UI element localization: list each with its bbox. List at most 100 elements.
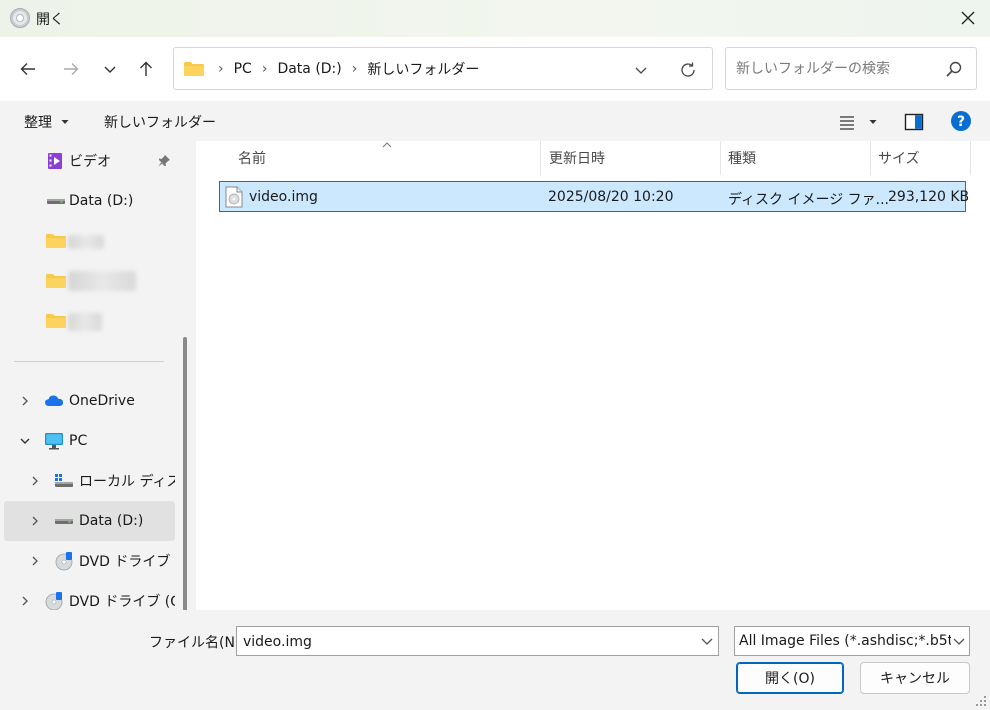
open-button[interactable]: 開く(O) <box>736 662 844 694</box>
chevron-down-icon <box>635 67 647 74</box>
chevron-down-icon <box>104 66 116 73</box>
nav-item-dvd-drive[interactable]: DVD ドライブ (G <box>4 541 175 581</box>
nav-label-data-drive: Data (D:) <box>69 193 134 209</box>
nav-label-local-disk: ローカル ディスク <box>79 474 175 490</box>
preview-pane-button[interactable] <box>903 111 925 133</box>
file-type: ディスク イメージ ファ... <box>728 192 889 208</box>
column-header-modified[interactable]: 更新日時 <box>549 141 605 175</box>
nav-label-dvd-drive: DVD ドライブ (G:) <box>69 594 175 610</box>
refresh-icon <box>681 62 695 77</box>
file-name: video.img <box>249 189 318 205</box>
address-history-dropdown[interactable] <box>629 58 653 82</box>
dvd-icon <box>55 552 73 571</box>
forward-button[interactable] <box>55 53 87 85</box>
folder-icon <box>46 274 66 288</box>
search-icon[interactable] <box>944 59 964 79</box>
disc-icon <box>10 8 30 28</box>
dialog-footer: ファイル名(N): All Image Files (*.ashdisc;*.b… <box>0 610 990 710</box>
chevron-right-icon[interactable] <box>28 554 42 568</box>
dvd-icon <box>45 592 63 610</box>
chevron-right-icon: › <box>261 60 268 77</box>
nav-item-pc[interactable]: PC <box>4 421 175 461</box>
chevron-down-icon[interactable] <box>699 633 715 649</box>
new-folder-button[interactable]: 新しいフォルダー <box>104 112 216 132</box>
nav-item-folder[interactable] <box>4 261 175 301</box>
filename-combobox[interactable] <box>236 626 719 656</box>
caret-down-icon <box>869 120 877 124</box>
chevron-right-icon[interactable] <box>28 514 42 528</box>
filetype-select[interactable]: All Image Files (*.ashdisc;*.b5t;* <box>734 626 970 656</box>
nav-label-dvd-drive: DVD ドライブ (G <box>79 554 175 570</box>
nav-item-folder[interactable] <box>4 301 175 341</box>
column-header-type[interactable]: 種類 <box>728 141 756 175</box>
column-divider[interactable] <box>540 141 541 175</box>
nav-label-pc: PC <box>69 433 88 449</box>
drive-icon <box>47 199 65 204</box>
command-bar: 整理 新しいフォルダー ? <box>0 101 990 141</box>
list-view-icon <box>840 116 854 130</box>
chevron-down-icon <box>953 638 965 645</box>
folder-icon <box>46 234 66 248</box>
table-row[interactable]: video.img 2025/08/20 10:20 ディスク イメージ ファ.… <box>219 181 969 212</box>
view-dropdown[interactable] <box>864 111 882 133</box>
nav-label-data-d: Data (D:) <box>79 513 144 529</box>
recent-locations-button[interactable] <box>94 53 126 85</box>
back-button[interactable] <box>12 53 44 85</box>
redacted-label <box>68 235 104 249</box>
column-header-size[interactable]: サイズ <box>878 141 920 175</box>
breadcrumb-pc[interactable]: PC <box>230 61 256 77</box>
folder-icon <box>46 314 66 328</box>
nav-item-onedrive[interactable]: OneDrive <box>4 381 175 421</box>
view-options-button[interactable] <box>836 111 858 133</box>
nav-scrollbar[interactable] <box>183 337 187 610</box>
column-divider[interactable] <box>720 141 721 175</box>
up-button[interactable] <box>130 53 162 85</box>
close-icon <box>961 11 975 25</box>
nav-item-videos[interactable]: ビデオ <box>4 141 175 181</box>
filename-input[interactable] <box>243 632 683 652</box>
address-bar[interactable]: › PC › Data (D:) › 新しいフォルダー <box>173 47 713 90</box>
nav-item-local-disk[interactable]: ローカル ディスク <box>4 461 175 501</box>
refresh-button[interactable] <box>676 58 700 82</box>
navigation-pane[interactable]: ビデオ Data (D:) OneDrive PC ローカル ディスク <box>0 141 195 610</box>
redacted-label <box>68 271 136 291</box>
filetype-value: All Image Files (*.ashdisc;*.b5t;* <box>739 633 951 649</box>
chevron-down-icon[interactable] <box>18 434 32 448</box>
help-icon: ? <box>951 111 971 131</box>
cancel-button[interactable]: キャンセル <box>860 662 970 694</box>
folder-icon <box>184 61 204 76</box>
close-button[interactable] <box>952 3 984 33</box>
search-box[interactable] <box>725 47 977 90</box>
chevron-right-icon[interactable] <box>18 594 32 608</box>
chevron-right-icon: › <box>351 60 358 77</box>
nav-item-data-d[interactable]: Data (D:) <box>4 501 175 541</box>
preview-pane-icon <box>904 113 924 131</box>
navigation-bar: › PC › Data (D:) › 新しいフォルダー <box>0 37 990 101</box>
chevron-right-icon[interactable] <box>18 394 32 408</box>
breadcrumb: › PC › Data (D:) › 新しいフォルダー <box>212 59 483 79</box>
column-header-name[interactable]: 名前 <box>238 141 266 175</box>
title-bar: 開く <box>0 0 990 37</box>
resize-grip-icon[interactable] <box>975 695 987 707</box>
file-list[interactable]: 名前 更新日時 種類 サイズ video.img 2025/08/20 10:2… <box>196 141 990 610</box>
column-divider[interactable] <box>970 141 971 175</box>
breadcrumb-new-folder[interactable]: 新しいフォルダー <box>363 59 483 79</box>
nav-item-folder[interactable] <box>4 221 175 261</box>
svg-text:?: ? <box>957 114 965 130</box>
arrow-right-icon <box>64 63 79 75</box>
breadcrumb-data-drive[interactable]: Data (D:) <box>273 61 345 77</box>
nav-item-dvd-drive[interactable]: DVD ドライブ (G:) <box>4 581 175 610</box>
arrow-up-icon <box>140 61 152 76</box>
search-input[interactable] <box>736 58 936 80</box>
organize-label: 整理 <box>24 115 52 131</box>
nav-item-data-drive[interactable]: Data (D:) <box>4 181 175 221</box>
arrow-left-icon <box>20 63 35 75</box>
help-button[interactable]: ? <box>949 109 973 133</box>
chevron-right-icon[interactable] <box>28 474 42 488</box>
redacted-label <box>68 313 102 331</box>
sort-ascending-icon <box>382 142 392 148</box>
column-divider[interactable] <box>870 141 871 175</box>
organize-menu[interactable]: 整理 <box>24 112 70 132</box>
nav-divider <box>14 361 164 362</box>
window-title: 開く <box>36 12 64 28</box>
